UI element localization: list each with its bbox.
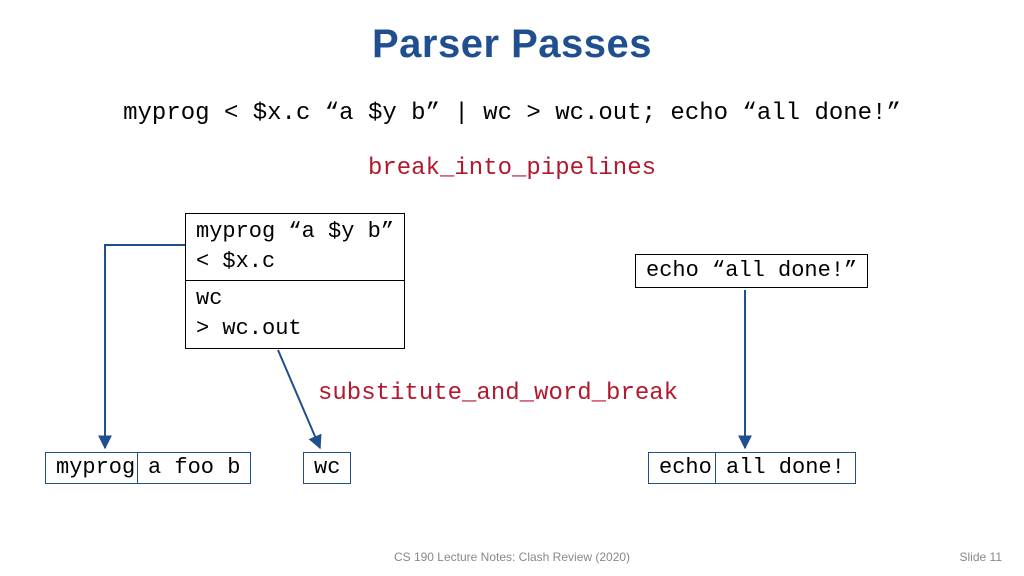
slide-title: Parser Passes	[0, 22, 1024, 67]
arrow-pipeline-to-tokens-left	[105, 245, 185, 448]
token-myprog: myprog	[45, 452, 146, 484]
phase-label-substitute-and-word-break: substitute_and_word_break	[318, 380, 678, 407]
footer-center: CS 190 Lecture Notes: Clash Review (2020…	[0, 550, 1024, 564]
token-a-foo-b: a foo b	[137, 452, 251, 484]
arrow-pipeline-to-wc	[278, 350, 320, 448]
footer-slide-number: Slide 11	[960, 550, 1002, 564]
pipeline-row-1: wc > wc.out	[186, 280, 404, 347]
arrows-layer	[0, 0, 1024, 576]
token-echo: echo	[648, 452, 723, 484]
pipeline-row-0: myprog “a $y b” < $x.c	[186, 214, 404, 280]
phase-label-break-into-pipelines: break_into_pipelines	[0, 155, 1024, 182]
pipeline-row-0-line-1: < $x.c	[196, 247, 394, 277]
token-all-done: all done!	[715, 452, 856, 484]
pipeline-row-1-line-0: wc	[196, 284, 394, 314]
token-wc: wc	[303, 452, 351, 484]
echo-box: echo “all done!”	[635, 254, 868, 288]
pipeline-row-1-line-1: > wc.out	[196, 314, 394, 344]
command-line: myprog < $x.c “a $y b” | wc > wc.out; ec…	[0, 100, 1024, 127]
pipeline-row-0-line-0: myprog “a $y b”	[196, 217, 394, 247]
pipeline-table: myprog “a $y b” < $x.c wc > wc.out	[185, 213, 405, 349]
